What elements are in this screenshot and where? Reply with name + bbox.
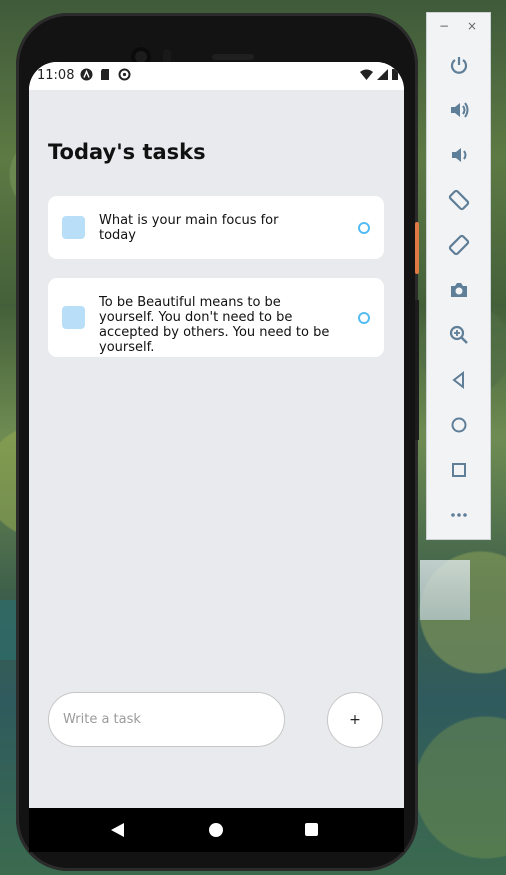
- rotate-left-icon: [448, 189, 470, 211]
- page-title: Today's tasks: [48, 140, 206, 164]
- zoom-icon: [449, 325, 468, 344]
- home-button[interactable]: [445, 411, 473, 439]
- battery-icon: [392, 69, 398, 80]
- emulator-toolbar: − ×: [426, 12, 491, 540]
- status-notification-icons: [80, 68, 131, 81]
- task-item[interactable]: To be Beautiful means to be yourself. Yo…: [48, 278, 384, 357]
- zoom-button[interactable]: [445, 321, 473, 349]
- power-button[interactable]: [445, 51, 473, 79]
- volume-up-button[interactable]: [445, 96, 473, 124]
- side-volume-key[interactable]: [415, 300, 419, 440]
- overview-button[interactable]: [445, 456, 473, 484]
- add-button-label: +: [349, 712, 361, 728]
- task-circle-icon: [358, 222, 370, 234]
- status-bar: 11:08: [29, 62, 404, 90]
- overview-icon: [452, 463, 466, 477]
- rotate-right-button[interactable]: [445, 231, 473, 259]
- wifi-icon: [360, 69, 373, 80]
- volume-down-button[interactable]: [445, 141, 473, 169]
- signal-icon: [377, 69, 388, 80]
- back-icon: [452, 370, 464, 390]
- task-square-icon: [62, 216, 85, 239]
- task-text: To be Beautiful means to be yourself. Yo…: [99, 295, 330, 355]
- minimize-button[interactable]: −: [439, 19, 449, 33]
- screenshot-button[interactable]: [445, 276, 473, 304]
- task-item[interactable]: What is your main focus for today: [48, 196, 384, 259]
- task-input[interactable]: [48, 692, 285, 747]
- sync-icon: [118, 68, 131, 81]
- task-square-icon: [62, 306, 85, 329]
- a-badge-icon: [80, 68, 93, 81]
- side-power-key[interactable]: [415, 222, 419, 274]
- navigation-bar: [29, 808, 404, 852]
- power-icon: [450, 57, 468, 74]
- nav-recents-icon[interactable]: [305, 823, 318, 836]
- device-screen: 11:08 Today's tasks What is your main fo…: [29, 62, 404, 808]
- status-time: 11:08: [37, 68, 75, 83]
- close-button[interactable]: ×: [467, 19, 477, 33]
- back-button[interactable]: [445, 366, 473, 394]
- toolbar-window-controls: − ×: [427, 19, 490, 37]
- more-icon: [451, 513, 467, 517]
- background-waterfall: [420, 560, 470, 620]
- volume-up-icon: [451, 102, 469, 118]
- camera-icon: [451, 283, 467, 297]
- nav-home-icon[interactable]: [209, 823, 223, 837]
- add-task-button[interactable]: +: [327, 692, 383, 748]
- nav-back-icon[interactable]: [111, 823, 124, 837]
- task-text: What is your main focus for today: [99, 213, 279, 243]
- task-circle-icon: [358, 312, 370, 324]
- earpiece-speaker: [212, 54, 254, 60]
- home-icon: [451, 417, 467, 433]
- rotate-left-button[interactable]: [445, 186, 473, 214]
- more-button[interactable]: [445, 501, 473, 529]
- status-system-icons: [360, 69, 398, 80]
- rotate-right-icon: [448, 234, 470, 256]
- volume-down-icon: [452, 148, 467, 162]
- sd-card-icon: [101, 69, 109, 80]
